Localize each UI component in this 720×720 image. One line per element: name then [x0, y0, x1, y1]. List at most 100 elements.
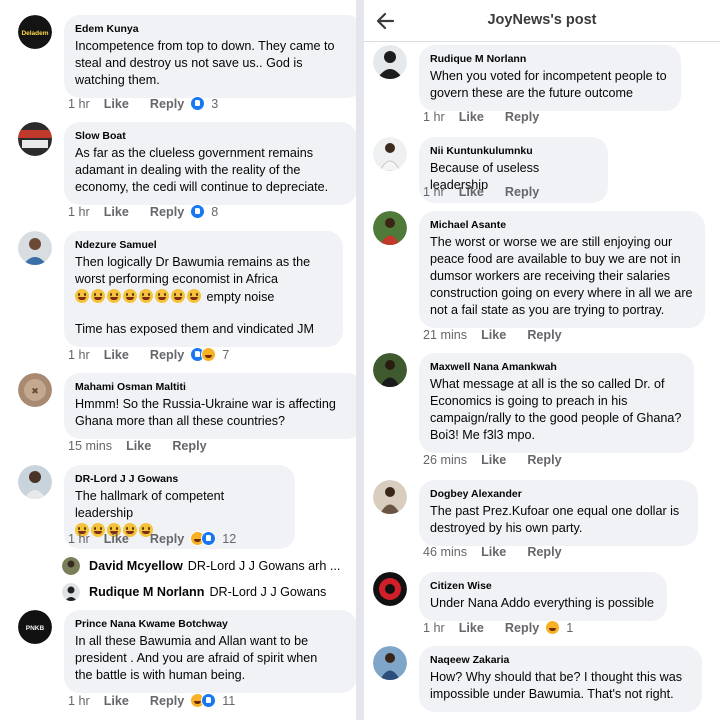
reaction-count: 11 [222, 693, 236, 708]
reply-button[interactable]: Reply [172, 439, 206, 453]
avatar[interactable] [373, 353, 407, 387]
laughing-emoji-icon [123, 289, 137, 303]
comment-line: adamant in dealing with the reality of t… [75, 163, 301, 177]
commenter-name[interactable]: DR-Lord J J Gowans [75, 472, 283, 486]
comment-time[interactable]: 1 hr [423, 621, 445, 635]
post-header: JoyNews's post [364, 0, 720, 42]
comment-bubble: Ndezure Samuel Then logically Dr Bawumia… [64, 231, 343, 347]
comment-actions: 1 hr Like Reply 11 [68, 693, 235, 708]
comment-text: In all these Bawumia and Allan want to b… [75, 633, 345, 684]
like-button[interactable]: Like [104, 205, 129, 219]
comment-time[interactable]: 1 hr [68, 348, 90, 362]
comment-line: Under Nana Addo everything is possible [430, 596, 655, 610]
comment-line: economy, the cedi will continue to depre… [75, 180, 329, 194]
avatar[interactable] [373, 45, 407, 79]
avatar[interactable]: PNKB [18, 610, 52, 644]
reply-button[interactable]: Reply [505, 621, 539, 635]
like-button[interactable]: Like [104, 532, 129, 546]
comment-time[interactable]: 1 hr [423, 110, 445, 124]
avatar[interactable]: Deladem [18, 15, 52, 49]
avatar[interactable] [18, 231, 52, 265]
laughing-emoji-icon [75, 289, 89, 303]
commenter-name[interactable]: Ndezure Samuel [75, 238, 331, 252]
commenter-name[interactable]: Dogbey Alexander [430, 487, 686, 501]
like-button[interactable]: Like [481, 453, 506, 467]
reply-button[interactable]: Reply [150, 97, 184, 111]
reaction-count: 8 [211, 204, 219, 219]
comment-time[interactable]: 46 mins [423, 545, 467, 559]
like-button[interactable]: Like [104, 348, 129, 362]
like-button[interactable]: Like [104, 694, 129, 708]
like-button[interactable]: Like [104, 97, 129, 111]
comment-time[interactable]: 21 mins [423, 328, 467, 342]
avatar[interactable] [18, 465, 52, 499]
commenter-name[interactable]: Michael Asante [430, 218, 693, 232]
commenter-name[interactable]: Nii Kuntunkulumnku [430, 144, 596, 158]
laughing-emoji-icon [155, 289, 169, 303]
comment-time[interactable]: 1 hr [68, 97, 90, 111]
comment-time[interactable]: 1 hr [68, 205, 90, 219]
like-button[interactable]: Like [459, 621, 484, 635]
reply-button[interactable]: Reply [527, 545, 561, 559]
comment-line: How? Why should that be? I thought this … [430, 670, 683, 684]
comment-text: Incompetence from top to down. They came… [75, 38, 351, 89]
like-button[interactable]: Like [481, 328, 506, 342]
reaction-count: 7 [222, 347, 230, 362]
comment-actions: 1 hr Like Reply [423, 110, 560, 124]
like-button[interactable]: Like [126, 439, 151, 453]
reaction-summary[interactable]: 8 [190, 204, 218, 219]
avatar[interactable] [373, 137, 407, 171]
commenter-name[interactable]: Slow Boat [75, 129, 345, 143]
comment-time[interactable]: 15 mins [68, 439, 112, 453]
comment-time[interactable]: 1 hr [423, 185, 445, 199]
reply-preview[interactable]: Rudique M Norlann DR-Lord J J Gowans [62, 582, 326, 602]
reply-button[interactable]: Reply [150, 532, 184, 546]
comment-line: The worst or worse we are still enjoying… [430, 235, 673, 249]
reply-preview[interactable]: David Mcyellow DR-Lord J J Gowans arh ..… [62, 556, 340, 576]
comment-time[interactable]: 1 hr [68, 694, 90, 708]
comment-time[interactable]: 26 mins [423, 453, 467, 467]
avatar[interactable] [373, 211, 407, 245]
laughing-emoji-icon [187, 289, 201, 303]
comment-line: Incompetence from top to down. They came… [75, 39, 335, 53]
commenter-name[interactable]: Prince Nana Kwame Botchway [75, 617, 345, 631]
like-reaction-icon [201, 531, 217, 546]
avatar[interactable] [18, 122, 52, 156]
reply-button[interactable]: Reply [505, 185, 539, 199]
reply-button[interactable]: Reply [150, 348, 184, 362]
reply-author-name[interactable]: Rudique M Norlann [89, 585, 204, 599]
reply-button[interactable]: Reply [150, 694, 184, 708]
reaction-summary[interactable]: 7 [190, 347, 229, 362]
reaction-count: 1 [566, 620, 574, 635]
reply-button[interactable]: Reply [505, 110, 539, 124]
panel-divider [356, 0, 364, 720]
like-button[interactable]: Like [459, 110, 484, 124]
avatar-logo-text: Deladem [21, 30, 48, 37]
comment-time[interactable]: 1 hr [68, 532, 90, 546]
commenter-name[interactable]: Naqeew Zakaria [430, 653, 690, 667]
reaction-summary[interactable]: 11 [190, 693, 235, 708]
like-button[interactable]: Like [481, 545, 506, 559]
avatar[interactable] [373, 646, 407, 680]
reaction-summary[interactable]: 3 [190, 96, 218, 111]
reply-button[interactable]: Reply [527, 453, 561, 467]
commenter-name[interactable]: Maxwell Nana Amankwah [430, 360, 682, 374]
reply-author-name[interactable]: David Mcyellow [89, 559, 183, 573]
commenter-name[interactable]: Rudique M Norlann [430, 52, 669, 66]
comment-text: The worst or worse we are still enjoying… [430, 234, 693, 319]
avatar[interactable]: ✖ [18, 373, 52, 407]
avatar[interactable] [373, 480, 407, 514]
like-button[interactable]: Like [459, 185, 484, 199]
comment-text: Then logically Dr Bawumia remains as the… [75, 254, 331, 338]
reaction-summary[interactable]: 12 [190, 531, 236, 546]
reply-button[interactable]: Reply [527, 328, 561, 342]
comment-bubble: Naqeew Zakaria How? Why should that be? … [419, 646, 702, 712]
commenter-name[interactable]: Mahami Osman Maltiti [75, 380, 351, 394]
avatar[interactable] [373, 572, 407, 606]
commenter-name[interactable]: Citizen Wise [430, 579, 655, 593]
haha-reaction-icon [201, 347, 217, 362]
reply-button[interactable]: Reply [150, 205, 184, 219]
commenter-name[interactable]: Edem Kunya [75, 22, 351, 36]
like-reaction-icon [190, 96, 206, 111]
reaction-summary[interactable]: 1 [545, 620, 573, 635]
